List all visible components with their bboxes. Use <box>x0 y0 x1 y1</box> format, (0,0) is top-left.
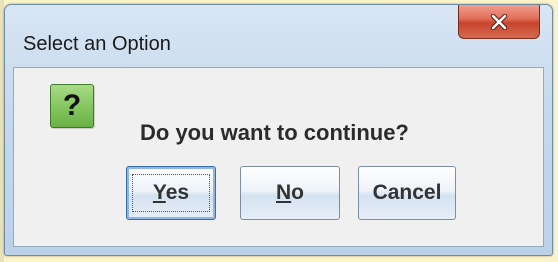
title-bar[interactable]: Select an Option <box>5 5 552 65</box>
no-mnemonic: N <box>276 181 292 204</box>
question-icon: ? <box>50 84 94 128</box>
close-button[interactable] <box>458 5 540 39</box>
no-label-rest: o <box>291 181 304 204</box>
yes-button[interactable]: Yes <box>126 166 216 220</box>
window-title: Select an Option <box>23 33 171 55</box>
dialog-message: Do you want to continue? <box>140 120 409 145</box>
cancel-button-label: Cancel <box>372 181 442 204</box>
close-icon <box>490 13 508 30</box>
no-button-label: No <box>276 181 304 205</box>
dialog-content: ? Do you want to continue? Yes No Cancel <box>13 67 544 247</box>
no-button[interactable]: No <box>240 166 340 220</box>
yes-button-label: Yes <box>153 181 189 205</box>
question-glyph: ? <box>62 89 82 122</box>
yes-label-rest: es <box>165 181 190 204</box>
cancel-button[interactable]: Cancel <box>358 166 456 220</box>
option-dialog: Select an Option ? Do you want to contin… <box>4 4 553 256</box>
yes-mnemonic: Y <box>152 181 166 204</box>
